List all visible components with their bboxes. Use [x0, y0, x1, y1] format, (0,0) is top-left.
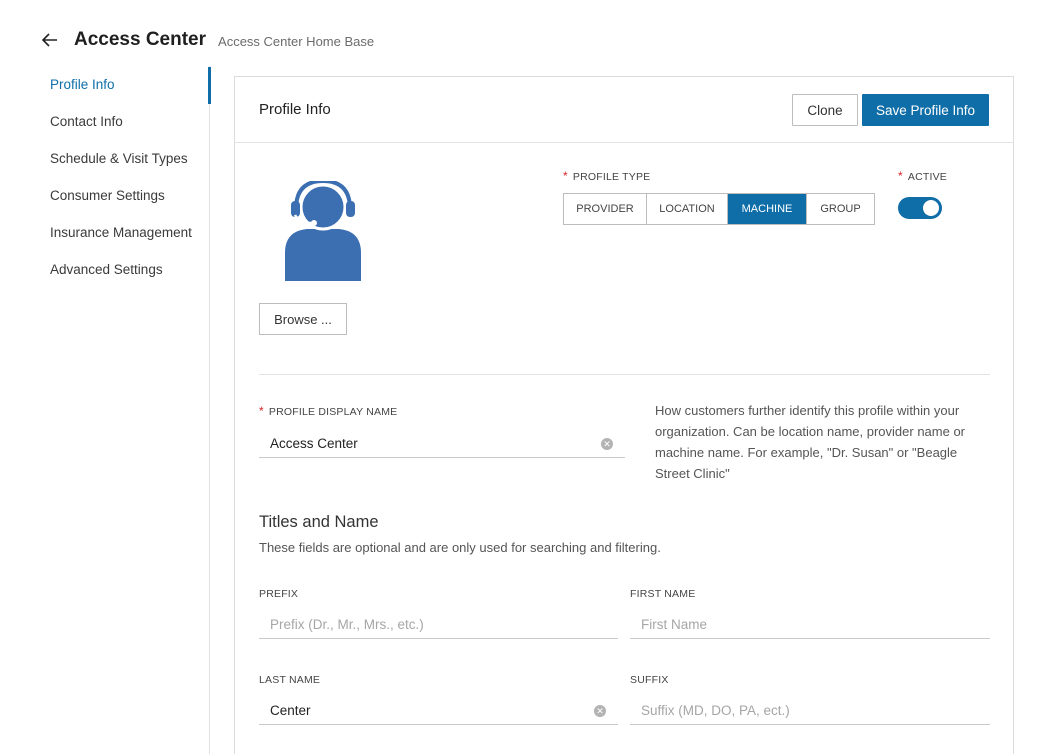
- sidebar-item-contact-info[interactable]: Contact Info: [50, 114, 123, 129]
- profile-display-name-input[interactable]: Access Center ✕: [259, 430, 625, 458]
- browse-button[interactable]: Browse ...: [259, 303, 347, 335]
- page-header: Access Center Access Center Home Base: [40, 28, 374, 52]
- profile-type-label: * PROFILE TYPE: [563, 169, 651, 183]
- required-asterisk: *: [898, 169, 903, 183]
- sidebar-item-consumer-settings[interactable]: Consumer Settings: [50, 188, 165, 203]
- titles-section-heading: Titles and Name: [259, 513, 379, 531]
- profile-type-machine[interactable]: MACHINE: [728, 194, 807, 224]
- suffix-input[interactable]: Suffix (MD, DO, PA, ect.): [630, 697, 990, 725]
- sidebar-item-profile-info[interactable]: Profile Info: [50, 77, 115, 92]
- page-subtitle: Access Center Home Base: [218, 34, 375, 49]
- toggle-knob: [923, 200, 939, 216]
- last-name-input[interactable]: Center ✕: [259, 697, 618, 725]
- sidebar-item-insurance-management[interactable]: Insurance Management: [50, 225, 192, 240]
- profile-info-panel: Profile Info Clone Save Profile Info Bro…: [234, 76, 1014, 754]
- first-name-placeholder: First Name: [641, 617, 708, 632]
- profile-type-segmented-control: PROVIDER LOCATION MACHINE GROUP: [563, 193, 875, 225]
- profile-type-provider[interactable]: PROVIDER: [564, 194, 647, 224]
- active-toggle[interactable]: [898, 197, 942, 219]
- profile-type-group[interactable]: GROUP: [807, 194, 874, 224]
- headset-user-icon: [283, 178, 363, 281]
- panel-header: Profile Info Clone Save Profile Info: [235, 77, 1013, 143]
- display-name-help-text: How customers further identify this prof…: [655, 403, 966, 481]
- page-title: Access Center: [74, 29, 207, 50]
- profile-display-name-label: * PROFILE DISPLAY NAME: [259, 404, 398, 418]
- sidebar-nav: Profile Info Contact Info Schedule & Vis…: [0, 66, 211, 754]
- prefix-placeholder: Prefix (Dr., Mr., Mrs., etc.): [270, 617, 424, 632]
- section-divider: [259, 374, 990, 375]
- first-name-input[interactable]: First Name: [630, 611, 990, 639]
- sidebar-item-advanced-settings[interactable]: Advanced Settings: [50, 262, 163, 277]
- required-asterisk: *: [259, 404, 264, 418]
- back-arrow-icon[interactable]: [40, 30, 60, 50]
- clear-icon[interactable]: ✕: [601, 438, 613, 450]
- active-label: * ACTIVE: [898, 169, 947, 183]
- profile-display-name-value: Access Center: [270, 436, 358, 451]
- required-asterisk: *: [563, 169, 568, 183]
- suffix-placeholder: Suffix (MD, DO, PA, ect.): [641, 703, 790, 718]
- prefix-label: PREFIX: [259, 588, 299, 600]
- profile-type-location[interactable]: LOCATION: [647, 194, 728, 224]
- prefix-input[interactable]: Prefix (Dr., Mr., Mrs., etc.): [259, 611, 618, 639]
- sidebar-active-indicator: [208, 67, 211, 104]
- first-name-label: FIRST NAME: [630, 588, 696, 600]
- last-name-label: LAST NAME: [259, 674, 321, 686]
- sidebar-item-schedule-visit-types[interactable]: Schedule & Visit Types: [50, 151, 188, 166]
- last-name-value: Center: [270, 703, 311, 718]
- save-profile-info-button[interactable]: Save Profile Info: [862, 94, 989, 126]
- panel-title: Profile Info: [259, 101, 331, 118]
- titles-section-description: These fields are optional and are only u…: [259, 540, 661, 555]
- suffix-label: SUFFIX: [630, 674, 669, 686]
- clone-button[interactable]: Clone: [792, 94, 858, 126]
- clear-icon[interactable]: ✕: [594, 705, 606, 717]
